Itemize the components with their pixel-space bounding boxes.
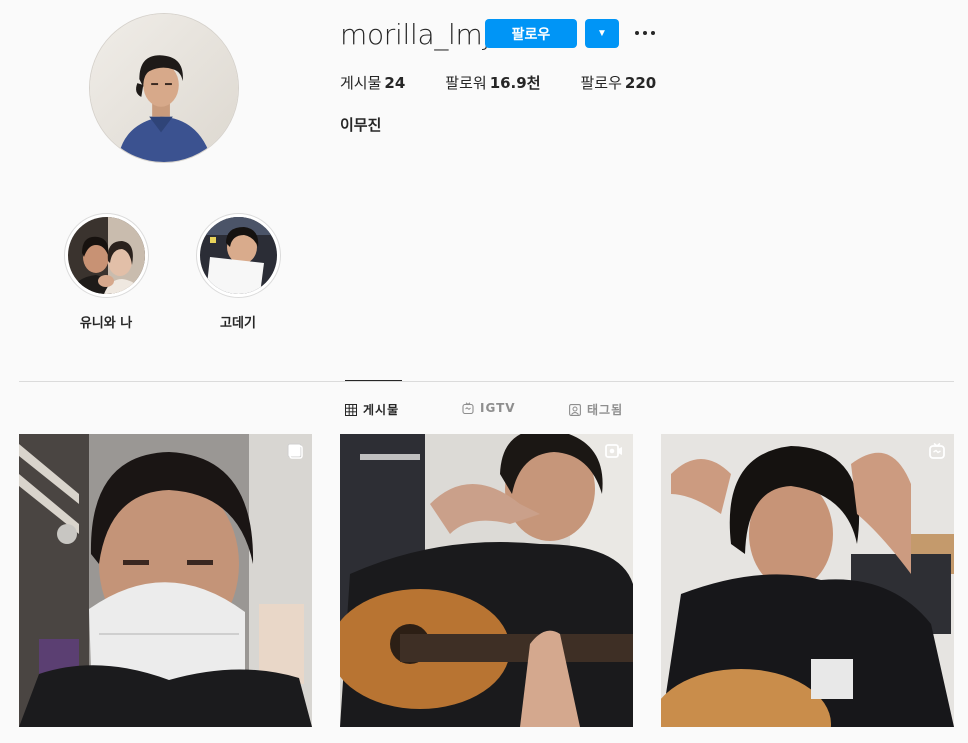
avatar-image xyxy=(90,14,238,162)
highlight-label: 유니와 나 xyxy=(79,316,133,331)
stat-label: 팔로워 xyxy=(445,74,487,92)
highlight-cover xyxy=(199,217,277,294)
stat-label: 팔로우 xyxy=(580,74,622,92)
tabs-divider xyxy=(19,381,954,382)
post-thumbnail[interactable] xyxy=(661,434,954,727)
more-options-icon xyxy=(635,31,639,35)
post-thumbnail[interactable] xyxy=(340,434,633,727)
stat-posts[interactable]: 게시물 24 xyxy=(340,72,405,93)
profile-avatar[interactable] xyxy=(89,13,239,163)
profile-full-name: 이무진 xyxy=(340,116,382,134)
carousel-icon xyxy=(287,443,303,459)
follow-button[interactable]: 팔로우 xyxy=(485,19,577,48)
stat-value: 16.9천 xyxy=(489,74,541,92)
chevron-down-icon: ▼ xyxy=(597,28,607,39)
highlight-label: 고데기 xyxy=(220,316,256,331)
stat-value: 220 xyxy=(624,74,657,92)
tab-posts[interactable]: 게시물 xyxy=(345,401,399,418)
more-options-button[interactable] xyxy=(631,21,659,45)
highlight-image xyxy=(67,217,145,294)
tab-tagged[interactable]: 태그됨 xyxy=(569,401,623,418)
profile-username: morilla_lmj xyxy=(340,18,490,51)
highlight-ring xyxy=(195,213,281,298)
video-icon xyxy=(605,444,622,458)
igtv-icon xyxy=(462,402,474,414)
profile-stats: 게시물 24 팔로워 16.9천 팔로우 220 xyxy=(340,72,696,93)
tagged-icon xyxy=(569,403,581,416)
tab-igtv[interactable]: IGTV xyxy=(462,401,516,415)
tab-label: 게시물 xyxy=(363,403,400,417)
stat-following[interactable]: 팔로우 220 xyxy=(581,72,657,93)
grid-icon xyxy=(345,403,357,416)
tab-label: IGTV xyxy=(480,401,516,415)
tab-label: 태그됨 xyxy=(587,403,624,417)
stat-followers[interactable]: 팔로워 16.9천 xyxy=(445,72,540,93)
suggested-dropdown-button[interactable]: ▼ xyxy=(585,19,619,48)
profile-page: morilla_lmj 팔로우 ▼ 게시물 24 팔로워 16.9천 팔로우 220 … xyxy=(0,0,968,743)
stat-value: 24 xyxy=(384,74,406,92)
post-image xyxy=(661,434,954,727)
highlight-ring xyxy=(63,213,149,298)
highlight-item[interactable]: 유니와 나 xyxy=(56,213,156,331)
active-tab-indicator xyxy=(345,380,402,381)
stat-label: 게시물 xyxy=(340,74,382,92)
igtv-icon xyxy=(929,442,945,459)
post-thumbnail[interactable] xyxy=(19,434,312,727)
post-image xyxy=(340,434,633,727)
post-image xyxy=(19,434,312,727)
highlight-cover xyxy=(67,217,145,294)
highlight-image xyxy=(199,217,277,294)
highlight-item[interactable]: 고데기 xyxy=(188,213,288,331)
